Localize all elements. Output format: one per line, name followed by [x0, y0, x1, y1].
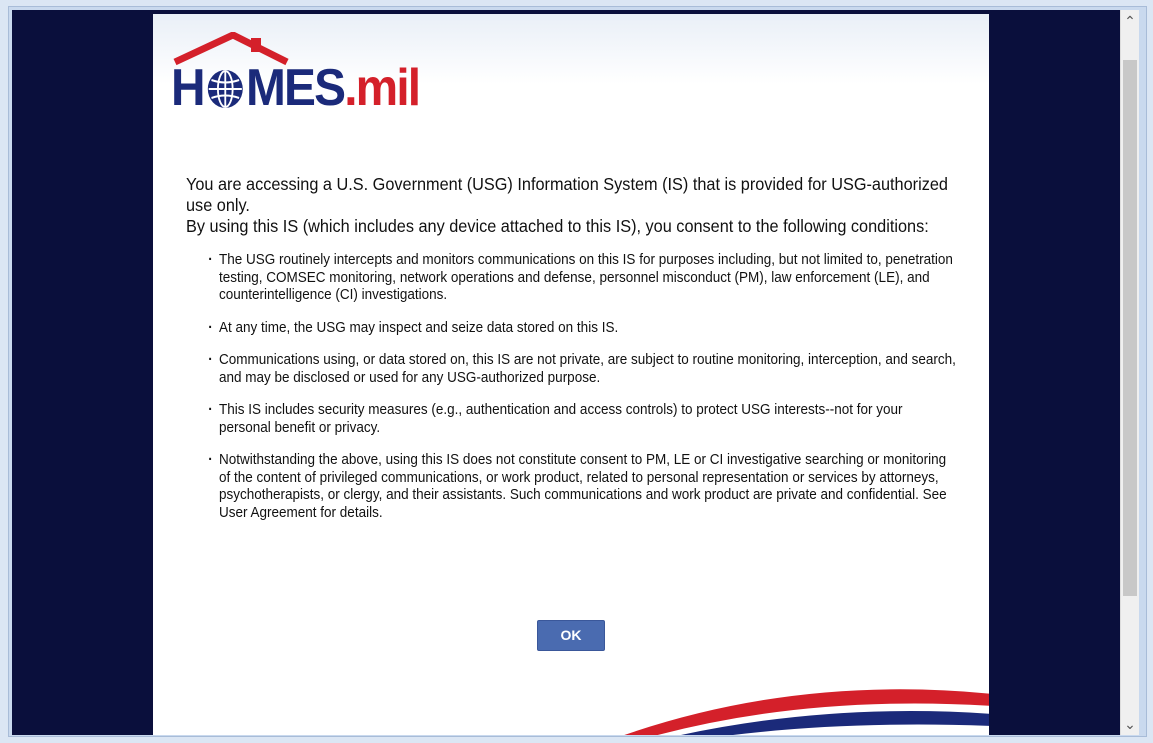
vertical-scrollbar[interactable]: ⌃ ⌄ — [1120, 10, 1139, 735]
page-viewport: H MES.mil You are accessing a U.S. Gover… — [12, 10, 1120, 735]
consent-notice: You are accessing a U.S. Government (USG… — [186, 174, 976, 536]
condition-item-security-measures: This IS includes security measures (e.g.… — [208, 401, 957, 436]
homes-mil-logo: H MES.mil — [171, 32, 461, 117]
consent-banner-panel: H MES.mil You are accessing a U.S. Gover… — [153, 14, 989, 735]
condition-item-privileged: Notwithstanding the above, using this IS… — [208, 451, 957, 521]
chevron-up-icon[interactable]: ⌃ — [1121, 10, 1139, 32]
scrollbar-thumb[interactable] — [1123, 60, 1137, 596]
notice-intro-consent: By using this IS (which includes any dev… — [186, 216, 929, 236]
condition-item-inspect: At any time, the USG may inspect and sei… — [208, 319, 957, 337]
logo-letter-h: H — [171, 59, 206, 117]
condition-item-not-private: Communications using, or data stored on,… — [208, 351, 957, 386]
logo-letters-mes: MES — [246, 59, 346, 117]
chevron-down-icon[interactable]: ⌄ — [1121, 713, 1139, 735]
condition-item-monitoring: The USG routinely intercepts and monitor… — [208, 251, 957, 304]
conditions-list: The USG routinely intercepts and monitor… — [186, 251, 976, 521]
decorative-swoosh — [624, 689, 989, 735]
notice-intro-usage: You are accessing a U.S. Government (USG… — [186, 174, 948, 215]
logo-wordmark: H MES.mil — [171, 59, 421, 117]
logo-domain-mil: .mil — [344, 59, 421, 117]
ok-button[interactable]: OK — [537, 620, 605, 651]
globe-icon — [205, 67, 245, 111]
